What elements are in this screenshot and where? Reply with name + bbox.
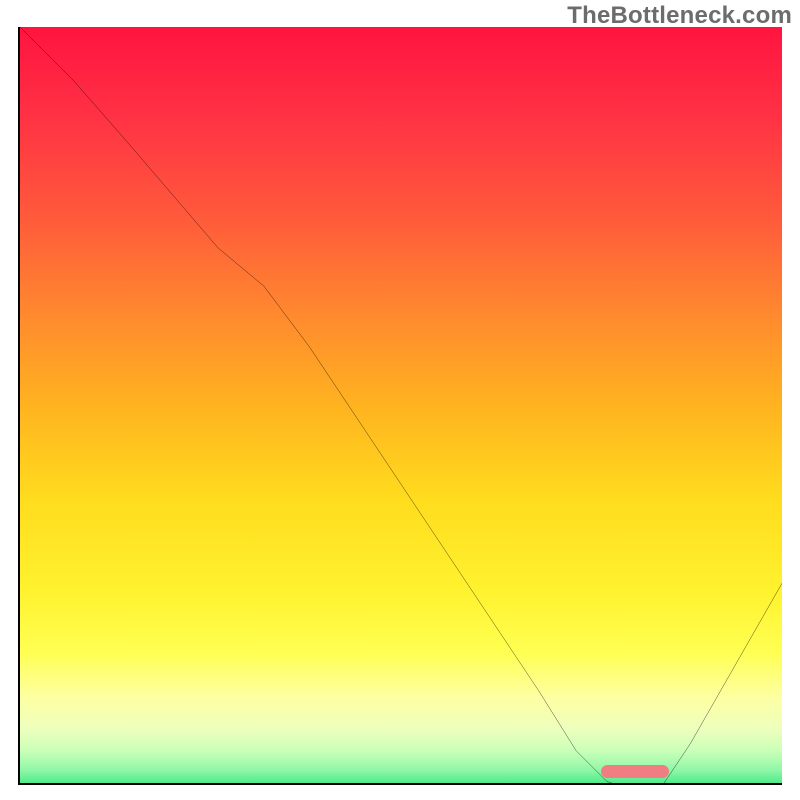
bottleneck-curve: [20, 27, 782, 785]
watermark-text: TheBottleneck.com: [567, 2, 792, 30]
optimal-marker: [601, 765, 670, 778]
chart-stage: TheBottleneck.com: [0, 0, 800, 800]
plot-area: [18, 27, 782, 785]
